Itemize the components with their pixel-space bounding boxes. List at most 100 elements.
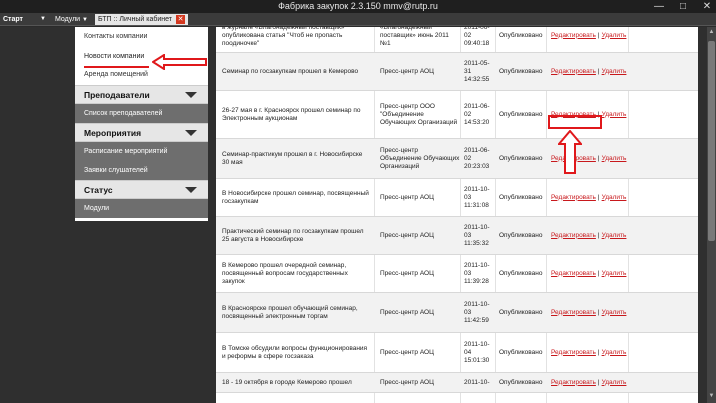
news-date: 2011-10- 03 11:42:59 bbox=[464, 300, 490, 324]
minimize-icon[interactable]: — bbox=[654, 0, 664, 13]
news-author-cell: «Благонадёжный поставщик» июнь 2011 №1 bbox=[380, 27, 449, 47]
news-date: 2011-06- 02 09:40:18 bbox=[464, 27, 490, 47]
sidebar-item-events-schedule[interactable]: Расписание мероприятий bbox=[75, 142, 208, 161]
scroll-up-icon[interactable]: ▲ bbox=[707, 29, 716, 37]
news-date: 2011-10- bbox=[464, 378, 490, 386]
news-status-cell: Опубликовано bbox=[499, 193, 543, 201]
edit-link[interactable]: Редактировать bbox=[551, 309, 596, 317]
sidebar-item-teachers-list[interactable]: Список преподавателей bbox=[75, 104, 208, 123]
app-toolbar: Старт ▼ Модули ▼ БТП :: Личный кабинет ✕ bbox=[0, 13, 716, 26]
delete-link[interactable]: Удалить bbox=[602, 111, 627, 119]
news-actions-cell: Редактировать|Удалить bbox=[551, 179, 641, 216]
table-row: 26-27 мая в г. Красноярск прошел семинар… bbox=[216, 91, 698, 139]
section-title: Мероприятия bbox=[84, 128, 142, 138]
annotation-underline bbox=[84, 66, 149, 68]
news-actions-cell: Редактировать|Удалить bbox=[551, 293, 641, 332]
edit-link[interactable]: Редактировать bbox=[551, 349, 596, 357]
chevron-down-icon: ▼ bbox=[40, 16, 46, 22]
table-row: 18 - 19 октября в городе Кемерово прошел… bbox=[216, 373, 698, 393]
edit-link[interactable]: Редактировать bbox=[551, 32, 596, 40]
news-date: 2011-10- 03 11:31:08 bbox=[464, 185, 490, 209]
sidebar-item-listener-requests[interactable]: Заявки слушателей bbox=[75, 161, 208, 180]
delete-link[interactable]: Удалить bbox=[602, 379, 627, 387]
delete-link[interactable]: Удалить bbox=[602, 155, 627, 163]
annotation-highlight-box bbox=[548, 115, 602, 129]
edit-link[interactable]: Редактировать bbox=[551, 68, 596, 76]
table-row: Семинар по госзакупкам прошел в Кемерово… bbox=[216, 53, 698, 91]
window-controls: — □ ✕ bbox=[654, 0, 712, 13]
news-actions-cell: Редактировать|Удалить bbox=[551, 255, 641, 292]
news-date-cell: 2011-06- 02 09:40:18 bbox=[464, 27, 494, 52]
scrollbar-thumb[interactable] bbox=[708, 41, 715, 241]
delete-link[interactable]: Удалить bbox=[602, 309, 627, 317]
table-row: В Красноярске прошел обучающий семинар, … bbox=[216, 293, 698, 333]
news-date-cell: 2011-06- 02 20:23:03 bbox=[464, 139, 494, 178]
separator: | bbox=[597, 154, 600, 162]
news-date-cell: 2011-10- 03 11:39:28 bbox=[464, 255, 494, 292]
news-date-cell: 2011-10- 03 11:31:08 bbox=[464, 179, 494, 216]
separator: | bbox=[597, 378, 600, 386]
sidebar-section-status[interactable]: Статус bbox=[75, 180, 208, 199]
separator: | bbox=[597, 193, 600, 201]
delete-link[interactable]: Удалить bbox=[602, 349, 627, 357]
news-status-cell: Опубликовано bbox=[499, 348, 543, 356]
scroll-down-icon[interactable]: ▼ bbox=[707, 393, 716, 401]
delete-link[interactable]: Удалить bbox=[602, 68, 627, 76]
chevron-down-icon bbox=[185, 92, 197, 98]
edit-link[interactable]: Редактировать bbox=[551, 270, 596, 278]
red-arrow-up-icon bbox=[558, 130, 582, 174]
news-author-cell: Пресс-центр АОЦ bbox=[380, 308, 434, 316]
news-date-cell: 2011-10- 04 15:01:30 bbox=[464, 333, 494, 372]
news-title-cell: В Новосибирске прошел семинар, посвященн… bbox=[222, 189, 369, 205]
news-date: 2011-10- 04 15:01:30 bbox=[464, 340, 490, 364]
news-status-cell: Опубликовано bbox=[499, 67, 543, 75]
modules-menu-button[interactable]: Модули ▼ bbox=[52, 14, 91, 26]
delete-link[interactable]: Удалить bbox=[602, 232, 627, 240]
close-icon[interactable]: ✕ bbox=[702, 0, 712, 13]
close-icon[interactable]: ✕ bbox=[176, 15, 186, 24]
news-date-cell: 2011-06- 02 14:53:20 bbox=[464, 91, 494, 138]
separator: | bbox=[597, 308, 600, 316]
tab-label: БТП :: Личный кабинет bbox=[97, 16, 173, 23]
table-row: В Кемерово прошел очередной семинар, пос… bbox=[216, 255, 698, 293]
news-title-cell: Семинар-практикум прошел в г. Новосибирс… bbox=[222, 150, 363, 166]
news-actions-cell: Редактировать|Удалить bbox=[551, 53, 641, 90]
start-menu-button[interactable]: Старт bbox=[3, 13, 23, 26]
edit-link[interactable]: Редактировать bbox=[551, 379, 596, 387]
maximize-icon[interactable]: □ bbox=[678, 0, 688, 13]
news-title-cell: Семинар по госзакупкам прошел в Кемерово bbox=[222, 67, 359, 75]
news-date: 2011-10- 03 11:39:28 bbox=[464, 261, 490, 285]
delete-link[interactable]: Удалить bbox=[602, 270, 627, 278]
news-date: 2011-05- 31 14:32:55 bbox=[464, 59, 490, 83]
edit-link[interactable]: Редактировать bbox=[551, 194, 596, 202]
news-author-cell: Пресс-центр ООО "Объединение Обучающих О… bbox=[380, 102, 458, 126]
delete-link[interactable]: Удалить bbox=[602, 32, 627, 40]
table-row: В Новосибирске прошел семинар, посвященн… bbox=[216, 179, 698, 217]
table-row: в журнале «Благонадёжный поставщик» опуб… bbox=[216, 27, 698, 53]
section-title: Статус bbox=[84, 185, 113, 195]
table-row: Семинар-практикум прошел в г. Новосибирс… bbox=[216, 139, 698, 179]
edit-link[interactable]: Редактировать bbox=[551, 232, 596, 240]
news-title-cell: 26-27 мая в г. Красноярск прошел семинар… bbox=[222, 106, 361, 122]
delete-link[interactable]: Удалить bbox=[602, 194, 627, 202]
separator: | bbox=[597, 269, 600, 277]
chevron-down-icon: ▼ bbox=[82, 16, 88, 23]
news-title-cell: Практический семинар по госзакупкам прош… bbox=[222, 227, 364, 243]
sidebar-item-modules[interactable]: Модули bbox=[75, 199, 208, 218]
news-date: 2011-06- 02 20:23:03 bbox=[464, 146, 490, 170]
news-date-cell: 2011-05- 31 14:32:55 bbox=[464, 53, 494, 90]
news-status-cell: Опубликовано bbox=[499, 231, 543, 239]
news-table: в журнале «Благонадёжный поставщик» опуб… bbox=[216, 27, 698, 403]
news-author-cell: Пресс-центр АОЦ bbox=[380, 193, 434, 201]
table-row: В Томске обсудили вопросы функционирован… bbox=[216, 333, 698, 373]
sidebar-section-events[interactable]: Мероприятия bbox=[75, 123, 208, 142]
vertical-scrollbar[interactable]: ▲ ▼ bbox=[707, 27, 716, 403]
sidebar-item-company-contacts[interactable]: Контакты компании bbox=[75, 27, 208, 47]
news-date-cell: 2011-10- bbox=[464, 373, 494, 392]
tab-personal-cabinet[interactable]: БТП :: Личный кабинет ✕ bbox=[94, 14, 189, 25]
news-author-cell: Пресс-центр Объединение Обучающих Органи… bbox=[380, 146, 460, 170]
news-author-cell: Пресс-центр АОЦ bbox=[380, 348, 434, 356]
news-title-cell: 18 - 19 октября в городе Кемерово прошел bbox=[222, 378, 352, 386]
sidebar-section-teachers[interactable]: Преподаватели bbox=[75, 85, 208, 104]
news-status-cell: Опубликовано bbox=[499, 269, 543, 277]
